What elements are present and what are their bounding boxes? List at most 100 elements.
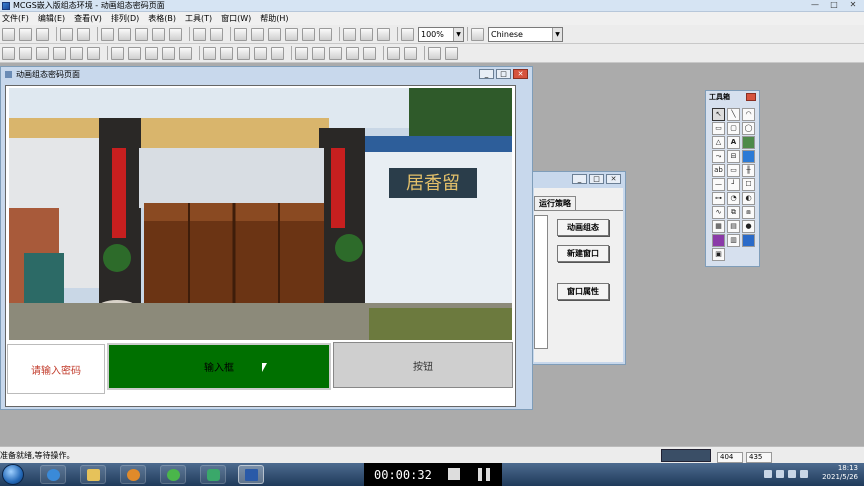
menu-tools[interactable]: 工具(T) bbox=[185, 13, 212, 24]
unlock-icon[interactable] bbox=[404, 46, 417, 60]
center-h-icon[interactable] bbox=[70, 46, 83, 60]
font-icon[interactable] bbox=[471, 27, 484, 41]
taskbar-app-badge[interactable] bbox=[200, 465, 226, 484]
font-color-icon[interactable] bbox=[329, 46, 342, 60]
ellipse-tool-icon[interactable]: ◯ bbox=[742, 122, 755, 135]
list-tool-icon[interactable] bbox=[742, 234, 755, 247]
alarm-tool-icon[interactable]: ⧈ bbox=[742, 206, 755, 219]
window-properties-button[interactable]: 窗口属性 bbox=[557, 283, 609, 300]
meter-tool-icon[interactable]: ◐ bbox=[742, 192, 755, 205]
menu-table[interactable]: 表格(B) bbox=[148, 13, 176, 24]
minimize-button[interactable]: _ bbox=[572, 174, 587, 184]
arc-tool-icon[interactable]: ◠ bbox=[742, 108, 755, 121]
menu-view[interactable]: 查看(V) bbox=[74, 13, 102, 24]
preview-icon[interactable] bbox=[77, 27, 90, 41]
grid-tool-icon[interactable]: ▦ bbox=[712, 220, 725, 233]
start-button[interactable] bbox=[2, 464, 24, 485]
tray-icon[interactable] bbox=[764, 470, 772, 478]
help-icon[interactable] bbox=[401, 27, 414, 41]
vline-tool-icon[interactable]: ┘ bbox=[727, 178, 740, 191]
taskbar-ie[interactable] bbox=[40, 465, 66, 484]
bar-tool-icon[interactable] bbox=[712, 234, 725, 247]
text-tool-icon[interactable]: A bbox=[727, 136, 740, 149]
flip-v-icon[interactable] bbox=[271, 46, 284, 60]
minimize-button[interactable]: _ bbox=[479, 69, 494, 79]
language-select[interactable]: Chinese ▼ bbox=[488, 26, 563, 42]
run-icon[interactable] bbox=[377, 27, 390, 41]
design-canvas[interactable]: 居香留 请输入密码 输入框 按钮 bbox=[5, 85, 516, 407]
format-icon[interactable] bbox=[251, 27, 264, 41]
confirm-button[interactable]: 按钮 bbox=[333, 342, 513, 388]
background-photo[interactable]: 居香留 bbox=[9, 88, 512, 340]
pause-icon[interactable] bbox=[478, 468, 491, 481]
close-button[interactable]: ✕ bbox=[606, 174, 621, 184]
align-bottom-icon[interactable] bbox=[53, 46, 66, 60]
flip-h-icon[interactable] bbox=[254, 46, 267, 60]
zoom-select[interactable]: 100% ▼ bbox=[418, 26, 464, 42]
image-icon[interactable] bbox=[268, 27, 281, 41]
center-v-icon[interactable] bbox=[87, 46, 100, 60]
password-input[interactable]: 输入框 bbox=[107, 343, 331, 390]
save-icon[interactable] bbox=[36, 27, 49, 41]
space-h-icon[interactable] bbox=[162, 46, 175, 60]
space-v-icon[interactable] bbox=[179, 46, 192, 60]
print-icon[interactable] bbox=[60, 27, 73, 41]
new-window-button[interactable]: 新建窗口 bbox=[557, 245, 609, 262]
menu-file[interactable]: 文件(F) bbox=[2, 13, 29, 24]
minimize-button[interactable]: — bbox=[808, 0, 822, 10]
maximize-button[interactable]: □ bbox=[496, 69, 511, 79]
hline-tool-icon[interactable]: — bbox=[712, 178, 725, 191]
close-button[interactable]: ✕ bbox=[513, 69, 528, 79]
up-icon[interactable] bbox=[428, 46, 441, 60]
redo-icon[interactable] bbox=[169, 27, 182, 41]
scale-tool-icon[interactable]: ⊶ bbox=[712, 192, 725, 205]
maximize-button[interactable]: □ bbox=[589, 174, 604, 184]
slider-tool-icon[interactable]: ╫ bbox=[742, 164, 755, 177]
taskbar-media[interactable] bbox=[120, 465, 146, 484]
polyline-tool-icon[interactable]: △ bbox=[712, 136, 725, 149]
open-icon[interactable] bbox=[19, 27, 32, 41]
front-icon[interactable] bbox=[203, 46, 216, 60]
taskbar-app-green[interactable] bbox=[160, 465, 186, 484]
line-tool-icon[interactable]: ╲ bbox=[727, 108, 740, 121]
check-tool-icon[interactable]: ☐ bbox=[742, 178, 755, 191]
input-tool-icon[interactable]: ab bbox=[712, 164, 725, 177]
paste-icon[interactable] bbox=[135, 27, 148, 41]
close-button[interactable]: ✕ bbox=[846, 0, 860, 10]
rect-tool-icon[interactable]: ▭ bbox=[712, 122, 725, 135]
window-list[interactable] bbox=[534, 215, 548, 349]
maximize-button[interactable]: □ bbox=[827, 0, 841, 10]
new-icon[interactable] bbox=[2, 27, 15, 41]
check-icon[interactable] bbox=[360, 27, 373, 41]
tools-icon[interactable] bbox=[193, 27, 206, 41]
same-width-icon[interactable] bbox=[111, 46, 124, 60]
line-color-icon[interactable] bbox=[295, 46, 308, 60]
table-tool-icon[interactable]: ▤ bbox=[727, 220, 740, 233]
align-icon[interactable] bbox=[234, 27, 247, 41]
same-height-icon[interactable] bbox=[128, 46, 141, 60]
align-right-icon[interactable] bbox=[19, 46, 32, 60]
label-tool-icon[interactable] bbox=[742, 150, 755, 163]
menu-arrange[interactable]: 排列(D) bbox=[111, 13, 139, 24]
pointer-tool-icon[interactable]: ↖ bbox=[712, 108, 725, 121]
chart-tool-icon[interactable]: ⧉ bbox=[727, 206, 740, 219]
window-icon[interactable] bbox=[343, 27, 356, 41]
volume-icon[interactable] bbox=[800, 470, 808, 478]
down-icon[interactable] bbox=[445, 46, 458, 60]
button-tool-icon[interactable]: ▭ bbox=[727, 164, 740, 177]
grid-icon[interactable] bbox=[319, 27, 332, 41]
report-tool-icon[interactable]: ▥ bbox=[727, 234, 740, 247]
language-bar[interactable] bbox=[661, 449, 711, 462]
undo-icon[interactable] bbox=[152, 27, 165, 41]
flow-tool-icon[interactable]: ⤳ bbox=[712, 150, 725, 163]
clock[interactable]: 18:13 2021/5/26 bbox=[822, 464, 858, 482]
same-size-icon[interactable] bbox=[145, 46, 158, 60]
menu-window[interactable]: 窗口(W) bbox=[221, 13, 251, 24]
align-left-icon[interactable] bbox=[2, 46, 15, 60]
group-icon[interactable] bbox=[285, 27, 298, 41]
window-tool-icon[interactable]: ▣ bbox=[712, 248, 725, 261]
stop-icon[interactable] bbox=[448, 468, 460, 480]
tab-run-strategy[interactable]: 运行策略 bbox=[534, 196, 576, 210]
copy-icon[interactable] bbox=[118, 27, 131, 41]
gauge-tool-icon[interactable]: ◔ bbox=[727, 192, 740, 205]
